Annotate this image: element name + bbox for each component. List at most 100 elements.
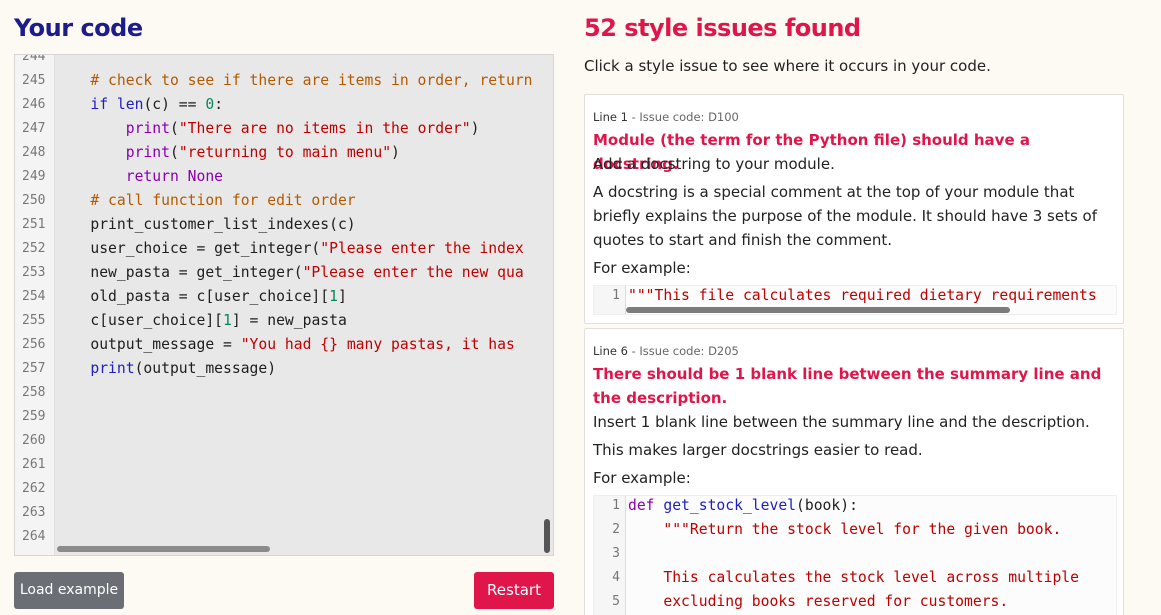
code-line: old_pasta = c[user_choice][1] <box>55 288 347 305</box>
issue-card[interactable]: Line 6 - Issue code: D205 There should b… <box>584 328 1124 615</box>
code-token: # check to see if there are items in ord… <box>55 72 533 89</box>
code-token: c[user_choice][ <box>55 312 224 329</box>
line-number: 258 <box>22 385 46 400</box>
line-number: 252 <box>22 241 46 256</box>
restart-button[interactable]: Restart <box>474 572 554 609</box>
code-panel: Your code 244 245 246 247 248 249 250 251 252 253… <box>14 0 554 615</box>
line-number: 261 <box>22 457 46 472</box>
example-line-number: 1 <box>612 498 620 513</box>
line-number: 263 <box>22 505 46 520</box>
code-area[interactable]: """ # check to see if there are items in… <box>55 55 553 555</box>
code-token: "There are no items in the order" <box>178 120 471 137</box>
line-number: 246 <box>22 97 46 112</box>
code-line: # call function for edit order <box>55 192 356 209</box>
line-number-gutter: 244 245 246 247 248 249 250 251 252 253 254 255 256 2… <box>15 55 55 555</box>
issue-fix: Add a docstring to your module. <box>593 155 835 173</box>
code-line: print("returning to main menu") <box>55 144 400 161</box>
issue-code: - Issue code: D205 <box>627 344 739 358</box>
issue-explanation: This makes larger docstrings easier to r… <box>593 441 923 459</box>
code-token: "returning to main menu" <box>178 144 392 161</box>
code-token: 0 <box>205 96 215 113</box>
code-token: old_pasta = c[user_choice][ <box>55 288 330 305</box>
code-token: (output_message) <box>134 360 277 377</box>
code-token: "You had {} many pastas, it has <box>240 336 515 353</box>
example-code-line: This calculates the stock level across m… <box>628 569 1079 586</box>
line-number: 244 <box>22 54 46 64</box>
code-token: 1 <box>329 288 338 305</box>
vertical-scrollbar[interactable] <box>544 519 550 553</box>
issue-line: Line 6 <box>593 344 628 358</box>
horizontal-scrollbar[interactable] <box>57 546 270 552</box>
issues-panel: 52 style issues found Click a style issu… <box>584 0 1161 615</box>
code-token: : <box>214 96 224 113</box>
issues-subtitle: Click a style issue to see where it occu… <box>584 57 991 75</box>
line-number: 249 <box>22 169 46 184</box>
code-line: if len(c) == 0: <box>55 96 223 113</box>
code-line: user_choice = get_integer("Please enter … <box>55 240 524 257</box>
code-token: user_choice = get_integer( <box>55 240 321 257</box>
load-example-button[interactable]: Load example <box>14 572 124 609</box>
line-number: 257 <box>22 361 46 376</box>
code-token: """This file calculates required dietary… <box>628 287 1097 304</box>
example-line-number: 4 <box>612 570 620 585</box>
issue-card[interactable]: Line 1 - Issue code: D100 Module (the te… <box>584 94 1124 324</box>
example-code-line: """This file calculates required dietary… <box>628 287 1097 304</box>
example-code-line: def get_stock_level(book): <box>628 497 858 514</box>
example-line-number: 2 <box>612 522 620 537</box>
issue-fix: Insert 1 blank line between the summary … <box>593 413 1090 431</box>
code-line: print("There are no items in the order") <box>55 120 480 137</box>
example-line-number: 3 <box>612 546 620 561</box>
code-editor[interactable]: 244 245 246 247 248 249 250 251 252 253 254 255 256 2… <box>14 54 554 556</box>
line-number: 248 <box>22 145 46 160</box>
code-token: This calculates the stock level across m… <box>628 569 1079 586</box>
issue-line: Line 1 <box>593 110 628 124</box>
code-example[interactable]: 1 2 3 4 5 def get_stock_level(book): """Retu… <box>593 495 1117 615</box>
code-line: # check to see if there are items in ord… <box>55 72 533 89</box>
code-token: if <box>55 96 117 113</box>
code-token: "Please enter the new qua <box>302 264 524 281</box>
issue-title: There should be 1 blank line between the… <box>593 365 1102 407</box>
issues-heading: 52 style issues found <box>584 14 861 42</box>
code-line: print_customer_list_indexes(c) <box>55 216 355 233</box>
code-token: print <box>55 144 170 161</box>
code-line: return None <box>55 168 223 185</box>
code-line: c[user_choice][1] = new_pasta <box>55 312 347 329</box>
example-gutter: 1 <box>594 286 626 314</box>
example-gutter: 1 2 3 4 5 <box>594 496 626 615</box>
code-token: "Please enter the index <box>320 240 524 257</box>
code-token: """Return the stock level for the given … <box>628 521 1062 538</box>
code-token: print <box>55 360 135 377</box>
example-line-number: 5 <box>612 594 620 609</box>
code-token: ( <box>169 144 179 161</box>
code-token: ] <box>337 288 347 305</box>
code-token: new_pasta = get_integer( <box>55 264 303 281</box>
issue-code: - Issue code: D100 <box>627 110 739 124</box>
code-token: # call function for edit order <box>55 192 356 209</box>
line-number: 262 <box>22 481 46 496</box>
code-token: def <box>628 497 664 514</box>
example-label: For example: <box>593 259 691 277</box>
line-number: 253 <box>22 265 46 280</box>
line-number: 254 <box>22 289 46 304</box>
line-number: 245 <box>22 73 46 88</box>
example-scrollbar[interactable] <box>626 307 1010 313</box>
code-token: get_stock_level <box>663 497 797 514</box>
code-example[interactable]: 1 """This file calculates required dieta… <box>593 285 1117 315</box>
line-number: 250 <box>22 193 46 208</box>
code-token: (book): <box>796 497 858 514</box>
line-number: 259 <box>22 409 46 424</box>
code-token: ) <box>470 120 480 137</box>
issue-meta: Line 1 - Issue code: D100 <box>593 110 739 124</box>
code-token: ] = new_pasta <box>231 312 347 329</box>
code-token: ) <box>391 144 400 161</box>
example-code-line: excluding books reserved for customers. <box>628 593 1008 610</box>
code-token: return None <box>55 168 224 185</box>
code-token: """ <box>55 54 117 65</box>
issue-explanation: A docstring is a special comment at the … <box>593 183 1097 249</box>
code-line: print(output_message) <box>55 360 276 377</box>
code-token: (c) == <box>143 96 206 113</box>
line-number: 264 <box>22 529 46 544</box>
code-token: 1 <box>223 312 232 329</box>
page: Your code 244 245 246 247 248 249 250 251 252 253… <box>0 0 1161 615</box>
issue-meta: Line 6 - Issue code: D205 <box>593 344 739 358</box>
